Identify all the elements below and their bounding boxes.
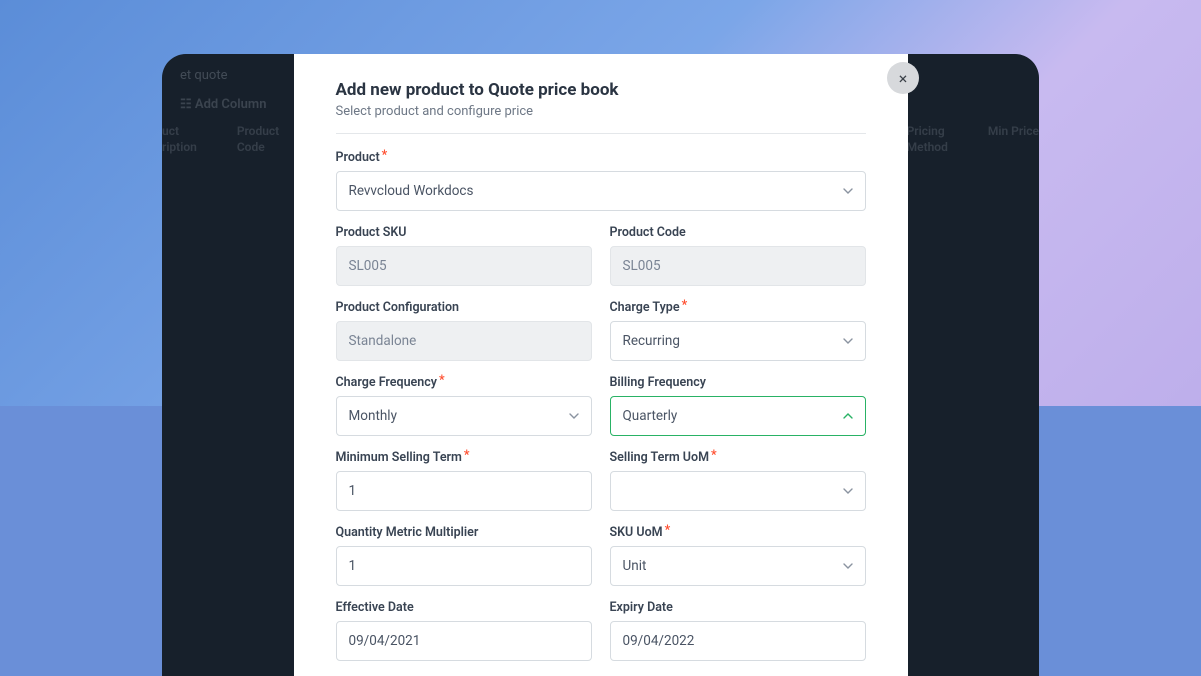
close-icon: × (899, 69, 908, 88)
field-expiry-date: Expiry Date (610, 600, 866, 661)
charge-type-select[interactable]: Recurring (610, 321, 866, 361)
chevron-down-icon (843, 488, 853, 494)
field-label-product-configuration: Product Configuration (336, 300, 592, 315)
field-label-billing-frequency: Billing Frequency (610, 375, 866, 390)
product-code-input: SL005 (610, 246, 866, 286)
chevron-down-icon (843, 338, 853, 344)
field-label-charge-frequency: Charge Frequency* (336, 375, 592, 390)
product-select[interactable]: Revvcloud Workdocs (336, 171, 866, 211)
field-label-selling-term-uom: Selling Term UoM* (610, 450, 866, 465)
effective-date-input[interactable] (336, 621, 592, 661)
field-label-expiry-date: Expiry Date (610, 600, 866, 615)
modal-subtitle: Select product and configure price (336, 104, 866, 119)
product-configuration-input: Standalone (336, 321, 592, 361)
chevron-down-icon (843, 563, 853, 569)
field-label-product-sku: Product SKU (336, 225, 592, 240)
product-sku-input: SL005 (336, 246, 592, 286)
field-product-sku: Product SKU SL005 (336, 225, 592, 286)
app-window: et quote ☷ Add Column uct ription Produc… (162, 54, 1039, 676)
field-label-effective-date: Effective Date (336, 600, 592, 615)
qty-metric-multiplier-value[interactable] (349, 558, 579, 574)
chevron-down-icon (569, 413, 579, 419)
field-product-configuration: Product Configuration Standalone (336, 300, 592, 361)
chevron-up-icon (843, 413, 853, 419)
close-button[interactable]: × (887, 62, 919, 94)
qty-metric-multiplier-input[interactable] (336, 546, 592, 586)
field-label-min-selling-term: Minimum Selling Term* (336, 450, 592, 465)
field-charge-type: Charge Type* Recurring (610, 300, 866, 361)
field-label-product-code: Product Code (610, 225, 866, 240)
modal-title: Add new product to Quote price book (336, 80, 866, 100)
add-product-modal: Add new product to Quote price book Sele… (294, 54, 908, 676)
field-label-product: Product* (336, 150, 866, 165)
divider (336, 133, 866, 134)
effective-date-value[interactable] (349, 633, 579, 649)
field-selling-term-uom: Selling Term UoM* (610, 450, 866, 511)
expiry-date-value[interactable] (623, 633, 853, 649)
field-effective-date: Effective Date (336, 600, 592, 661)
min-selling-term-value[interactable] (349, 483, 579, 499)
expiry-date-input[interactable] (610, 621, 866, 661)
field-product: Product* Revvcloud Workdocs (336, 150, 866, 211)
charge-frequency-select[interactable]: Monthly (336, 396, 592, 436)
field-charge-frequency: Charge Frequency* Monthly (336, 375, 592, 436)
field-sku-uom: SKU UoM* Unit (610, 525, 866, 586)
chevron-down-icon (843, 188, 853, 194)
field-qty-metric-multiplier: Quantity Metric Multiplier (336, 525, 592, 586)
field-product-code: Product Code SL005 (610, 225, 866, 286)
min-selling-term-input[interactable] (336, 471, 592, 511)
selling-term-uom-select[interactable] (610, 471, 866, 511)
field-min-selling-term: Minimum Selling Term* (336, 450, 592, 511)
field-label-sku-uom: SKU UoM* (610, 525, 866, 540)
field-label-charge-type: Charge Type* (610, 300, 866, 315)
field-label-qty-metric-multiplier: Quantity Metric Multiplier (336, 525, 592, 540)
sku-uom-select[interactable]: Unit (610, 546, 866, 586)
billing-frequency-select[interactable]: Quarterly (610, 396, 866, 436)
field-billing-frequency: Billing Frequency Quarterly (610, 375, 866, 436)
